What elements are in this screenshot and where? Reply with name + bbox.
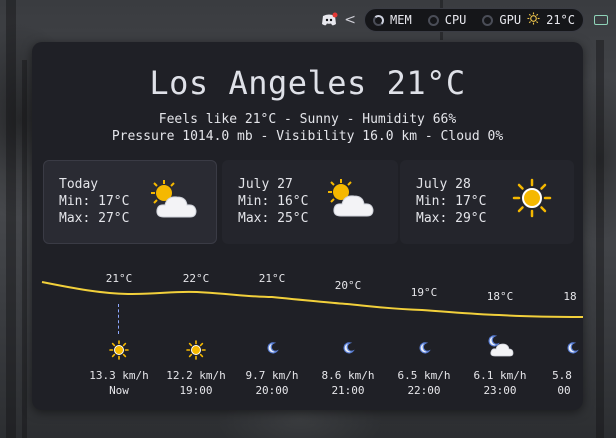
gpu-ring-icon	[482, 14, 494, 26]
hour-wind: 6.1 km/h	[473, 369, 527, 382]
bar-weather-temp: 21°C	[546, 13, 575, 27]
keyboard-icon[interactable]	[594, 15, 608, 25]
cpu-label: CPU	[444, 13, 467, 27]
tray-expand-chevron[interactable]: <	[344, 12, 356, 28]
forecast-day-2[interactable]: July 27 Min: 16°C Max: 25°C	[222, 160, 398, 244]
forecast-day-3[interactable]: July 28 Min: 17°C Max: 29°C	[400, 160, 574, 244]
discord-icon[interactable]	[320, 11, 338, 29]
sun-icon	[512, 178, 552, 223]
hour-time: Now	[109, 384, 129, 397]
system-stats-pill[interactable]: MEM CPU GPU 21°C	[364, 8, 584, 32]
weather-details-line1: Feels like 21°C - Sunny - Humidity 66%	[158, 112, 457, 127]
hourly-forecast: 21°C 22°C 21°C 20°C 19°C 18°C 18 13.3 km…	[32, 264, 583, 410]
hour-temp: 21°C	[105, 272, 133, 285]
moon-icon	[417, 340, 431, 359]
hour-wind: 5.8	[552, 369, 572, 382]
hour-time: 19:00	[179, 384, 213, 397]
forecast-day-today[interactable]: Today Min: 17°C Max: 27°C	[43, 160, 217, 244]
hour-time: 21:00	[331, 384, 365, 397]
weather-popup: Los Angeles 21°C Feels like 21°C - Sunny…	[32, 42, 583, 410]
hour-time: 20:00	[255, 384, 289, 397]
hour-time: 23:00	[483, 384, 517, 397]
sun-icon	[527, 12, 540, 28]
moon-icon	[565, 340, 579, 359]
sun-icon	[109, 340, 129, 364]
hour-temp: 20°C	[334, 279, 362, 292]
weather-details-line2: Pressure 1014.0 mb - Visibility 16.0 km …	[111, 129, 504, 144]
hour-time: 00	[557, 384, 571, 397]
mem-ring-icon	[373, 14, 385, 26]
city-title: Los Angeles 21°C	[149, 64, 466, 102]
moon-icon	[265, 340, 279, 359]
hour-temp: 21°C	[258, 272, 286, 285]
hour-temp: 18°C	[486, 290, 514, 303]
hour-wind: 9.7 km/h	[245, 369, 299, 382]
hour-temp: 22°C	[182, 272, 210, 285]
hour-wind: 12.2 km/h	[166, 369, 226, 382]
moon-icon	[341, 340, 355, 359]
cloudy-night-icon	[486, 334, 514, 362]
hour-wind: 6.5 km/h	[397, 369, 451, 382]
cpu-ring-icon	[427, 14, 439, 26]
hour-wind: 8.6 km/h	[321, 369, 375, 382]
mem-label: MEM	[390, 13, 412, 27]
hour-temp: 19°C	[410, 286, 438, 299]
hour-temp: 18	[563, 290, 577, 303]
sun-icon	[186, 340, 206, 364]
partly-cloudy-icon	[325, 178, 381, 225]
partly-cloudy-icon	[148, 179, 204, 226]
top-bar: < MEM CPU GPU 21°C	[320, 8, 616, 32]
now-marker-line	[118, 304, 119, 334]
hour-wind: 13.3 km/h	[89, 369, 149, 382]
gpu-label: GPU	[499, 13, 522, 27]
hour-time: 22:00	[407, 384, 441, 397]
